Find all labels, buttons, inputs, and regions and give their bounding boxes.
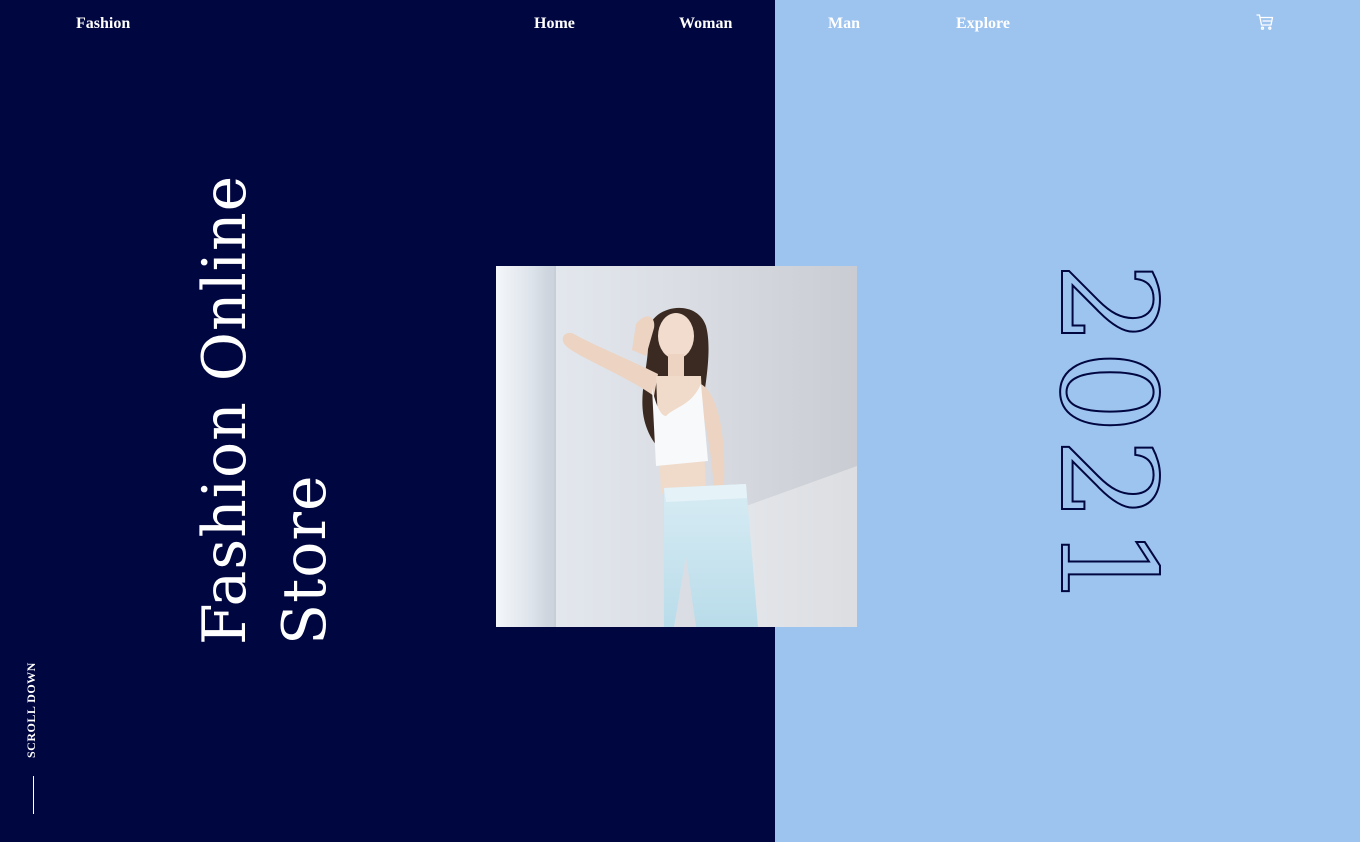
scroll-indicator-line [33,776,34,814]
brand-logo-link[interactable]: Fashion [76,14,130,34]
hero-title: Fashion Online Store [185,174,345,645]
nav-home-link[interactable]: Home [534,14,575,34]
nav-man-link[interactable]: Man [828,14,860,34]
hero-title-line2: Store [270,474,340,645]
hero-model-photo [496,266,857,627]
year-outline-text: 2021 [1029,261,1185,615]
hero-title-line1: Fashion Online [190,174,260,645]
nav-woman-link[interactable]: Woman [679,14,732,34]
cart-icon[interactable] [1255,12,1275,32]
nav-explore-link[interactable]: Explore [956,14,1010,34]
scroll-down-label[interactable]: SCROLL DOWN [24,662,44,766]
